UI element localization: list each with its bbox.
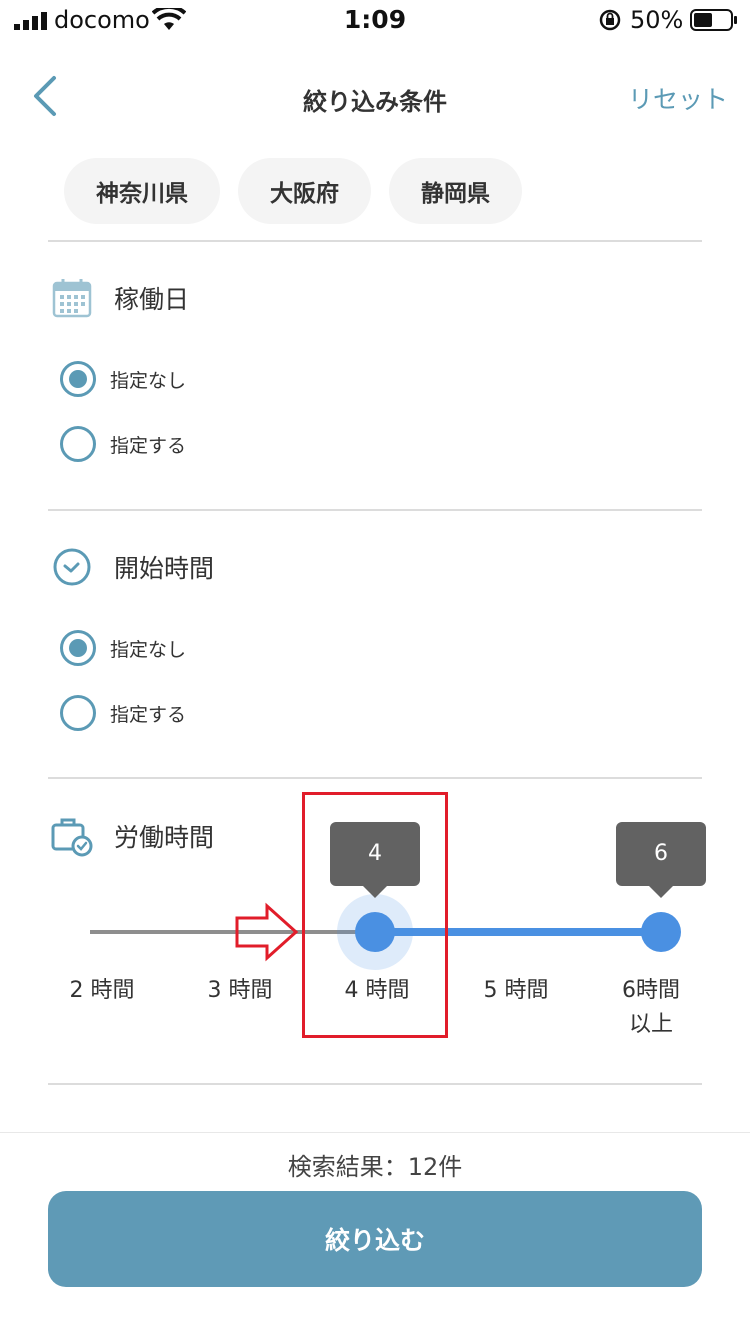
rotation-lock-icon [599, 9, 621, 31]
annotation-highlight-box [302, 792, 448, 1038]
slider-tick-label: 6時間 以上 [622, 978, 680, 1037]
prefecture-chip[interactable]: 静岡県 [389, 158, 522, 224]
clock-icon [53, 548, 91, 586]
slider-max-value-bubble: 6 [616, 822, 706, 898]
footer: 検索結果：12件 絞り込む [0, 1132, 750, 1334]
divider [48, 777, 702, 779]
divider [48, 240, 702, 242]
slider-tick-label: 5 時間 [483, 978, 549, 1003]
apply-filter-button[interactable]: 絞り込む [48, 1191, 702, 1287]
start-time-header: 開始時間 [50, 545, 214, 589]
radio-label: 指定する [110, 703, 187, 726]
slider-tick-label: 2 時間 [69, 978, 135, 1003]
radio-unselected-icon[interactable] [60, 426, 96, 462]
status-bar: docomo 1:09 50% [0, 0, 750, 42]
reset-button[interactable]: リセット [628, 80, 728, 116]
nav-bar: 絞り込み条件 リセット [0, 60, 750, 132]
radio-selected-icon[interactable] [60, 630, 96, 666]
working-day-label: 稼働日 [114, 285, 190, 314]
battery-percent: 50% [630, 6, 684, 34]
working-day-option-specify[interactable]: 指定する [60, 426, 186, 462]
radio-selected-icon[interactable] [60, 361, 96, 397]
working-day-option-none[interactable]: 指定なし [60, 361, 186, 397]
radio-label: 指定なし [110, 369, 187, 392]
search-result-count: 検索結果：12件 [287, 1153, 463, 1181]
slider-thumb-max [641, 912, 681, 952]
radio-label: 指定なし [110, 638, 187, 661]
prefecture-chip[interactable]: 大阪府 [238, 158, 371, 224]
start-time-option-specify[interactable]: 指定する [60, 695, 186, 731]
divider [48, 509, 702, 511]
divider [48, 1083, 702, 1085]
working-day-header: 稼働日 [50, 276, 189, 320]
radio-unselected-icon[interactable] [60, 695, 96, 731]
battery-icon [690, 9, 737, 31]
calendar-icon [52, 279, 92, 318]
prefecture-chips: 神奈川県 大阪府 静岡県 [64, 158, 522, 224]
prefecture-chip[interactable]: 神奈川県 [64, 158, 220, 224]
radio-label: 指定する [110, 434, 187, 457]
slider-tick-label: 3 時間 [207, 978, 273, 1003]
start-time-option-none[interactable]: 指定なし [60, 630, 186, 666]
start-time-label: 開始時間 [114, 554, 215, 583]
